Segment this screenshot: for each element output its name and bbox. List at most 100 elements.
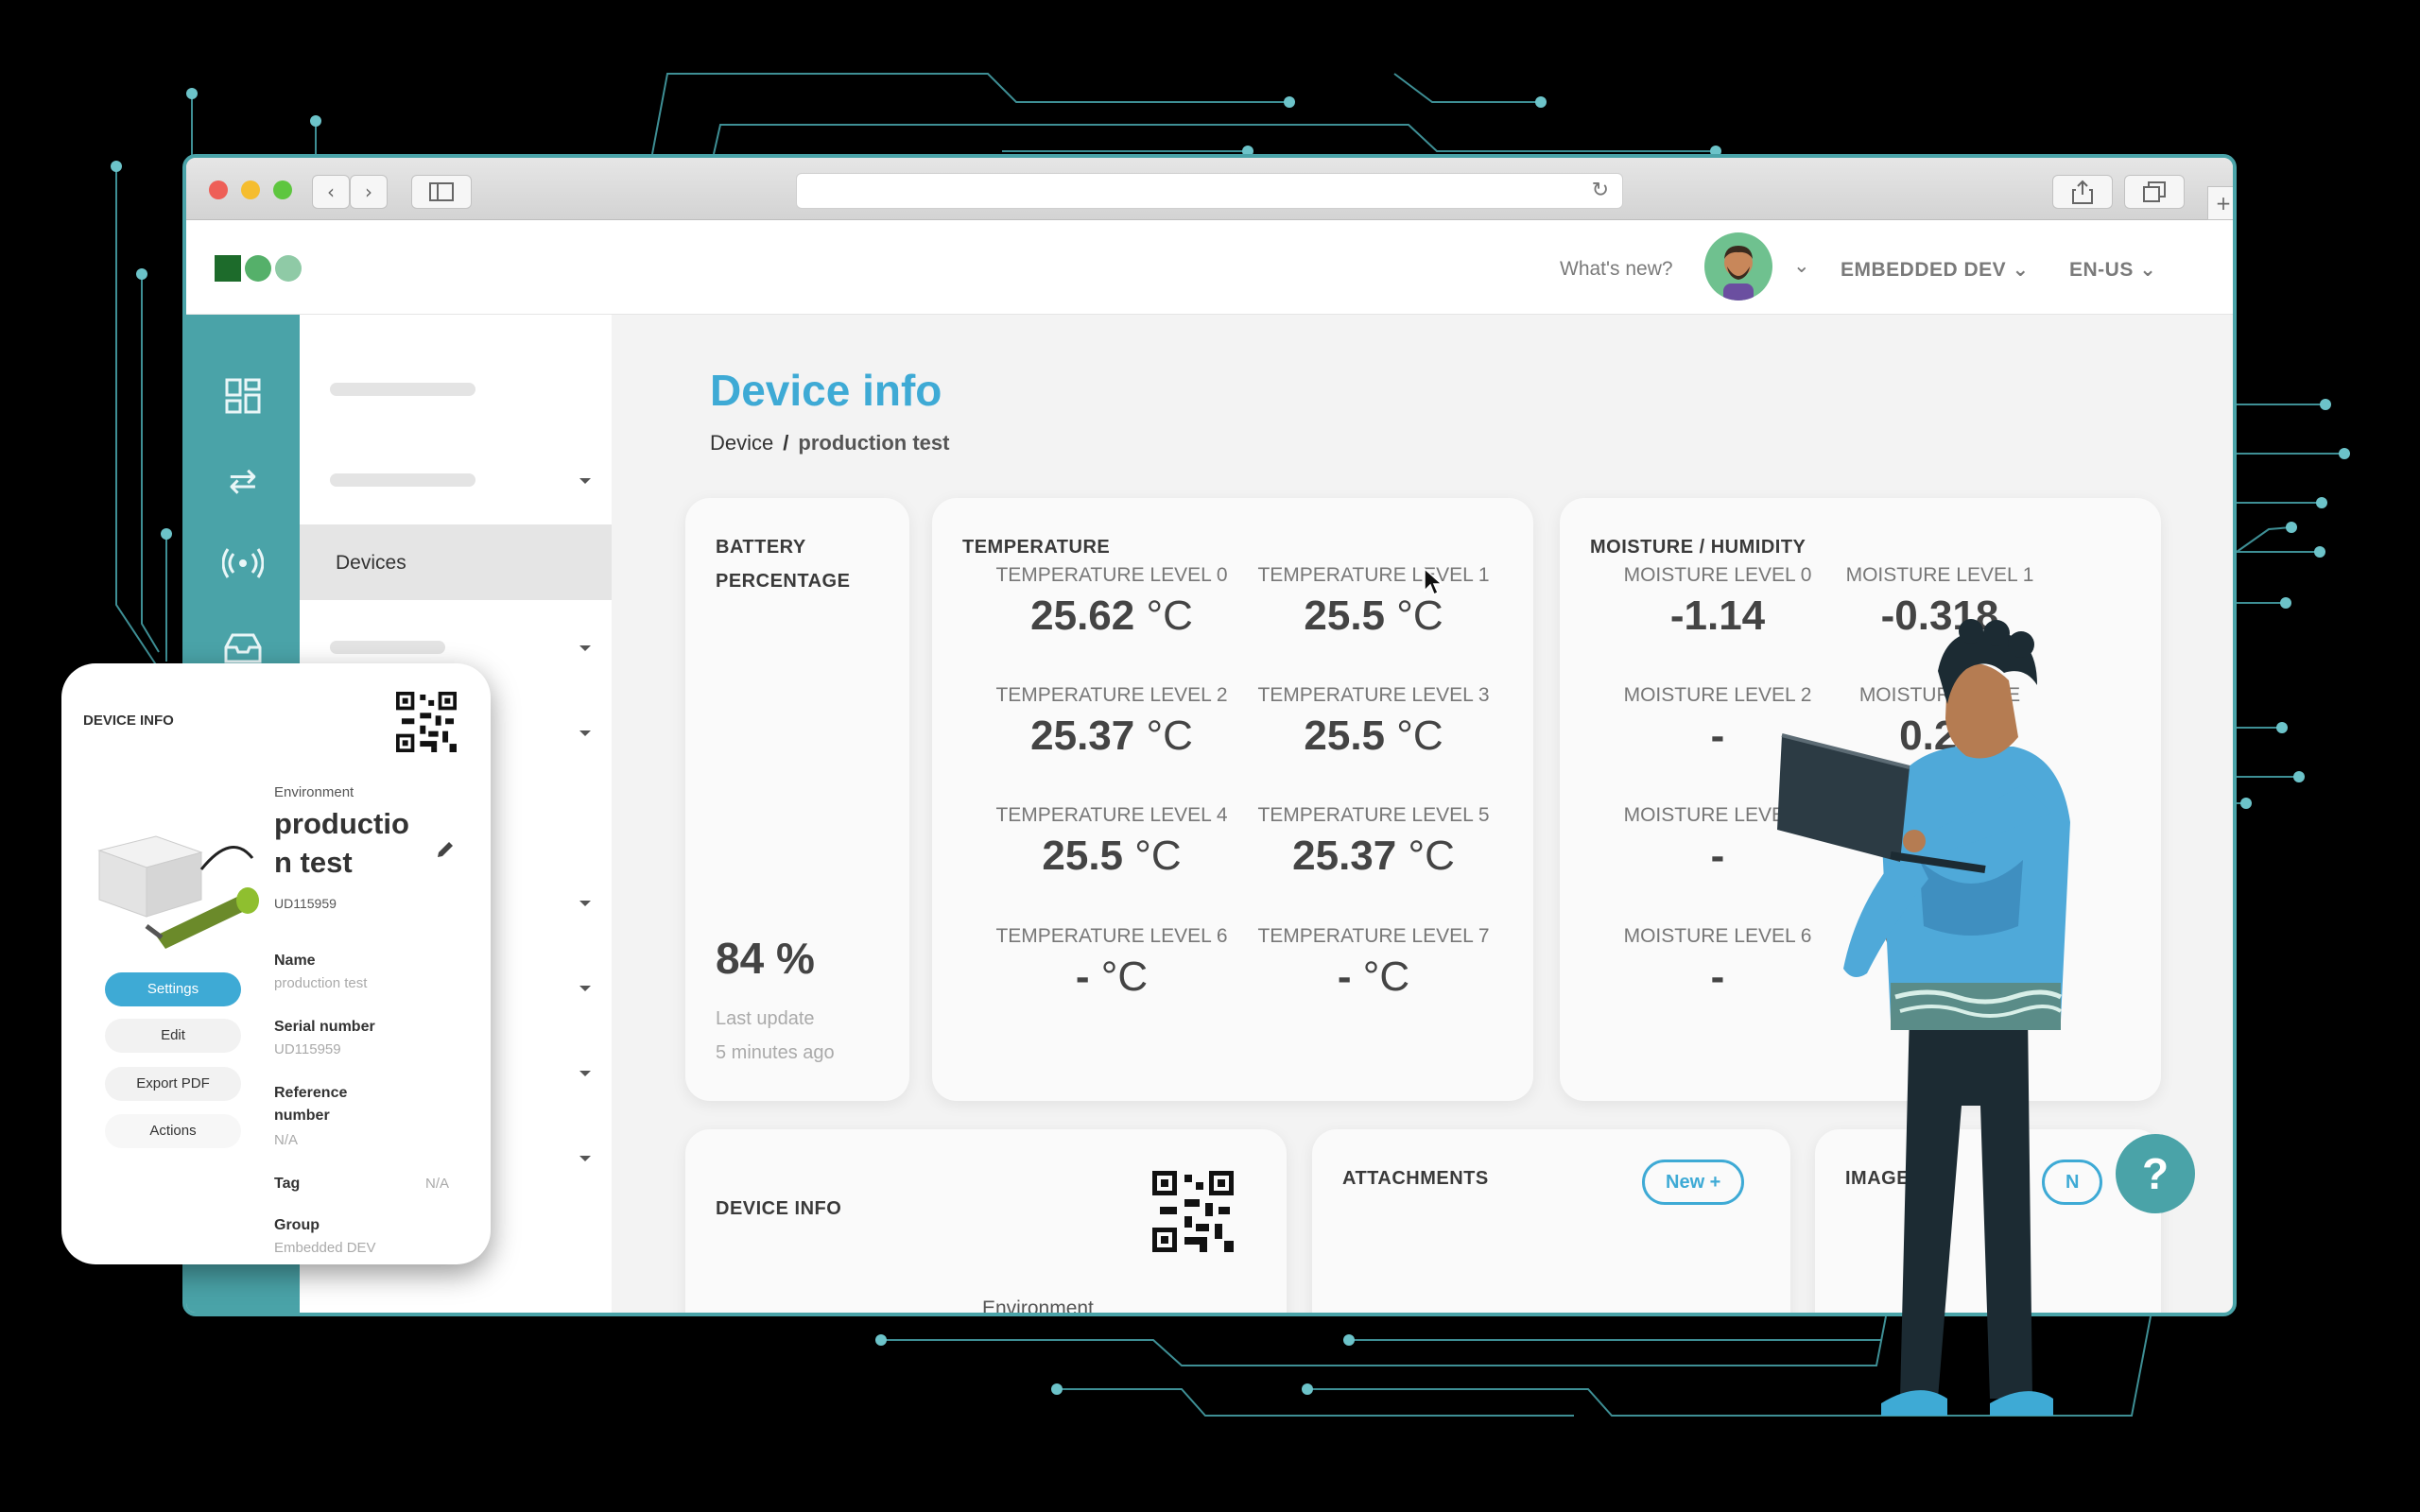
new-attachment-button[interactable]: New + xyxy=(1642,1160,1745,1205)
attachments-title: ATTACHMENTS xyxy=(1342,1168,1489,1189)
last-update-label: Last update xyxy=(716,1008,815,1029)
popup-title: DEVICE INFO xyxy=(83,713,174,729)
temperature-level-label: TEMPERATURE LEVEL 0 xyxy=(995,564,1228,586)
battery-value: 84 % xyxy=(716,934,815,983)
chevron-down-icon[interactable] xyxy=(579,478,591,484)
temperature-level-value: - °C xyxy=(1251,954,1496,1001)
minimize-window-button[interactable] xyxy=(241,180,260,199)
popup-device-name-line1: productio xyxy=(274,807,409,840)
share-button[interactable] xyxy=(2052,175,2113,209)
temperature-level-number: 25.5 xyxy=(1042,833,1124,879)
app-header: What's new? ⌄ EMBEDDED DEV ⌄ EN-US ⌄ xyxy=(186,220,2233,315)
device-info-env-label: Environment xyxy=(982,1297,1094,1316)
sidebar-toggle-button[interactable] xyxy=(411,175,472,209)
chevron-down-icon: ⌄ xyxy=(2012,259,2030,281)
group-value: Embedded DEV xyxy=(274,1240,376,1256)
name-label: Name xyxy=(274,953,316,969)
plus-icon: + xyxy=(2215,192,2232,215)
address-bar[interactable]: ↻ xyxy=(796,173,1623,209)
edit-button[interactable]: Edit xyxy=(105,1019,241,1053)
tag-value: N/A xyxy=(425,1176,450,1192)
edit-pencil-icon[interactable] xyxy=(435,839,456,860)
nav-item-devices[interactable]: Devices xyxy=(300,524,612,600)
breadcrumb: Device / production test xyxy=(710,431,949,455)
temperature-level-value: - °C xyxy=(989,954,1235,1001)
temperature-level-label: TEMPERATURE LEVEL 3 xyxy=(1257,684,1490,706)
page-title: Device info xyxy=(710,366,942,415)
chevron-down-icon[interactable] xyxy=(579,645,591,651)
temperature-level-unit: °C xyxy=(1396,593,1443,639)
temperature-level-value: 25.5 °C xyxy=(1251,593,1496,640)
temperature-level-number: 25.5 xyxy=(1304,593,1386,639)
temperature-level-number: 25.37 xyxy=(1030,713,1135,759)
new-tab-button[interactable]: + xyxy=(2207,186,2233,220)
browser-titlebar: ‹ › ↻ + xyxy=(186,158,2233,220)
signal-icon[interactable] xyxy=(221,546,265,588)
temperature-level-unit: °C xyxy=(1146,593,1193,639)
chevron-down-icon[interactable] xyxy=(579,901,591,906)
moisture-level-number: - xyxy=(1710,833,1725,879)
maximize-window-button[interactable] xyxy=(273,180,292,199)
actions-button[interactable]: Actions xyxy=(105,1114,241,1148)
app-logo[interactable] xyxy=(215,255,302,282)
moisture-level-label: MOISTURE LEVEL 1 xyxy=(1845,564,2034,586)
chevron-down-icon[interactable] xyxy=(579,986,591,991)
temperature-level-label: TEMPERATURE LEVEL 2 xyxy=(995,684,1228,706)
moisture-level-number: - xyxy=(1710,954,1725,1000)
device-info-card: DEVICE INFO Environment xyxy=(685,1129,1287,1316)
popup-env-label: Environment xyxy=(274,784,354,800)
device-image xyxy=(97,835,259,949)
serial-value: UD115959 xyxy=(274,1041,341,1057)
temperature-level-unit: °C xyxy=(1362,954,1410,1000)
qr-code-icon xyxy=(1152,1171,1234,1252)
nav-item-placeholder[interactable] xyxy=(330,641,445,654)
avatar-chevron-down-icon[interactable]: ⌄ xyxy=(1793,254,1810,278)
temperature-level-label: TEMPERATURE LEVEL 7 xyxy=(1257,925,1490,947)
moisture-level-number: -1.14 xyxy=(1669,593,1766,639)
language-selector[interactable]: EN-US ⌄ xyxy=(2069,258,2156,282)
tabs-button[interactable] xyxy=(2124,175,2185,209)
attachments-card: ATTACHMENTS New + xyxy=(1312,1129,1790,1313)
temperature-level-number: 25.37 xyxy=(1292,833,1397,879)
temperature-card: TEMPERATURE TEMPERATURE LEVEL 0 25.62 °C T… xyxy=(932,498,1533,1101)
tag-label: Tag xyxy=(274,1176,301,1192)
forward-button[interactable]: › xyxy=(350,175,388,209)
temperature-level-unit: °C xyxy=(1134,833,1182,879)
chevron-down-icon[interactable] xyxy=(579,1156,591,1161)
chevron-down-icon[interactable] xyxy=(579,730,591,736)
reload-icon[interactable]: ↻ xyxy=(1592,179,1609,202)
nav-item-placeholder[interactable] xyxy=(330,473,475,487)
org-selector[interactable]: EMBEDDED DEV ⌄ xyxy=(1841,258,2030,282)
temperature-level-number: 25.5 xyxy=(1304,713,1386,759)
back-button[interactable]: ‹ xyxy=(312,175,350,209)
tabs-icon xyxy=(2143,181,2166,202)
nav-item-placeholder[interactable] xyxy=(330,383,475,396)
temperature-level-label: TEMPERATURE LEVEL 6 xyxy=(995,925,1228,947)
transfer-icon[interactable]: ⇄ xyxy=(222,461,264,503)
close-window-button[interactable] xyxy=(209,180,228,199)
dashboard-icon[interactable] xyxy=(222,377,264,419)
qr-code-icon xyxy=(396,692,457,752)
breadcrumb-root[interactable]: Device xyxy=(710,431,773,455)
battery-card-title: BATTERY PERCENTAGE xyxy=(716,537,851,592)
temperature-level-label: TEMPERATURE LEVEL 4 xyxy=(995,804,1228,826)
name-value: production test xyxy=(274,975,368,991)
export-pdf-button[interactable]: Export PDF xyxy=(105,1067,241,1101)
temperature-level-number: 25.62 xyxy=(1030,593,1135,639)
chevron-left-icon: ‹ xyxy=(327,180,335,203)
temperature-level-label: TEMPERATURE LEVEL 1 xyxy=(1257,564,1490,586)
settings-button[interactable]: Settings xyxy=(105,972,241,1006)
temperature-level-value: 25.5 °C xyxy=(989,833,1235,880)
temperature-level-unit: °C xyxy=(1146,713,1193,759)
temperature-level-value: 25.37 °C xyxy=(989,713,1235,760)
avatar[interactable] xyxy=(1704,232,1772,301)
help-button[interactable]: ? xyxy=(2116,1134,2195,1213)
temperature-level-label: TEMPERATURE LEVEL 5 xyxy=(1257,804,1490,826)
popup-device-name-line2: n test xyxy=(274,846,353,879)
temperature-level-value: 25.5 °C xyxy=(1251,713,1496,760)
temperature-level-number: - xyxy=(1075,954,1090,1000)
chevron-down-icon[interactable] xyxy=(579,1071,591,1076)
serial-label: Serial number xyxy=(274,1019,375,1035)
moisture-card-title: MOISTURE / HUMIDITY xyxy=(1590,537,1806,558)
whats-new-link[interactable]: What's new? xyxy=(1560,258,1673,281)
